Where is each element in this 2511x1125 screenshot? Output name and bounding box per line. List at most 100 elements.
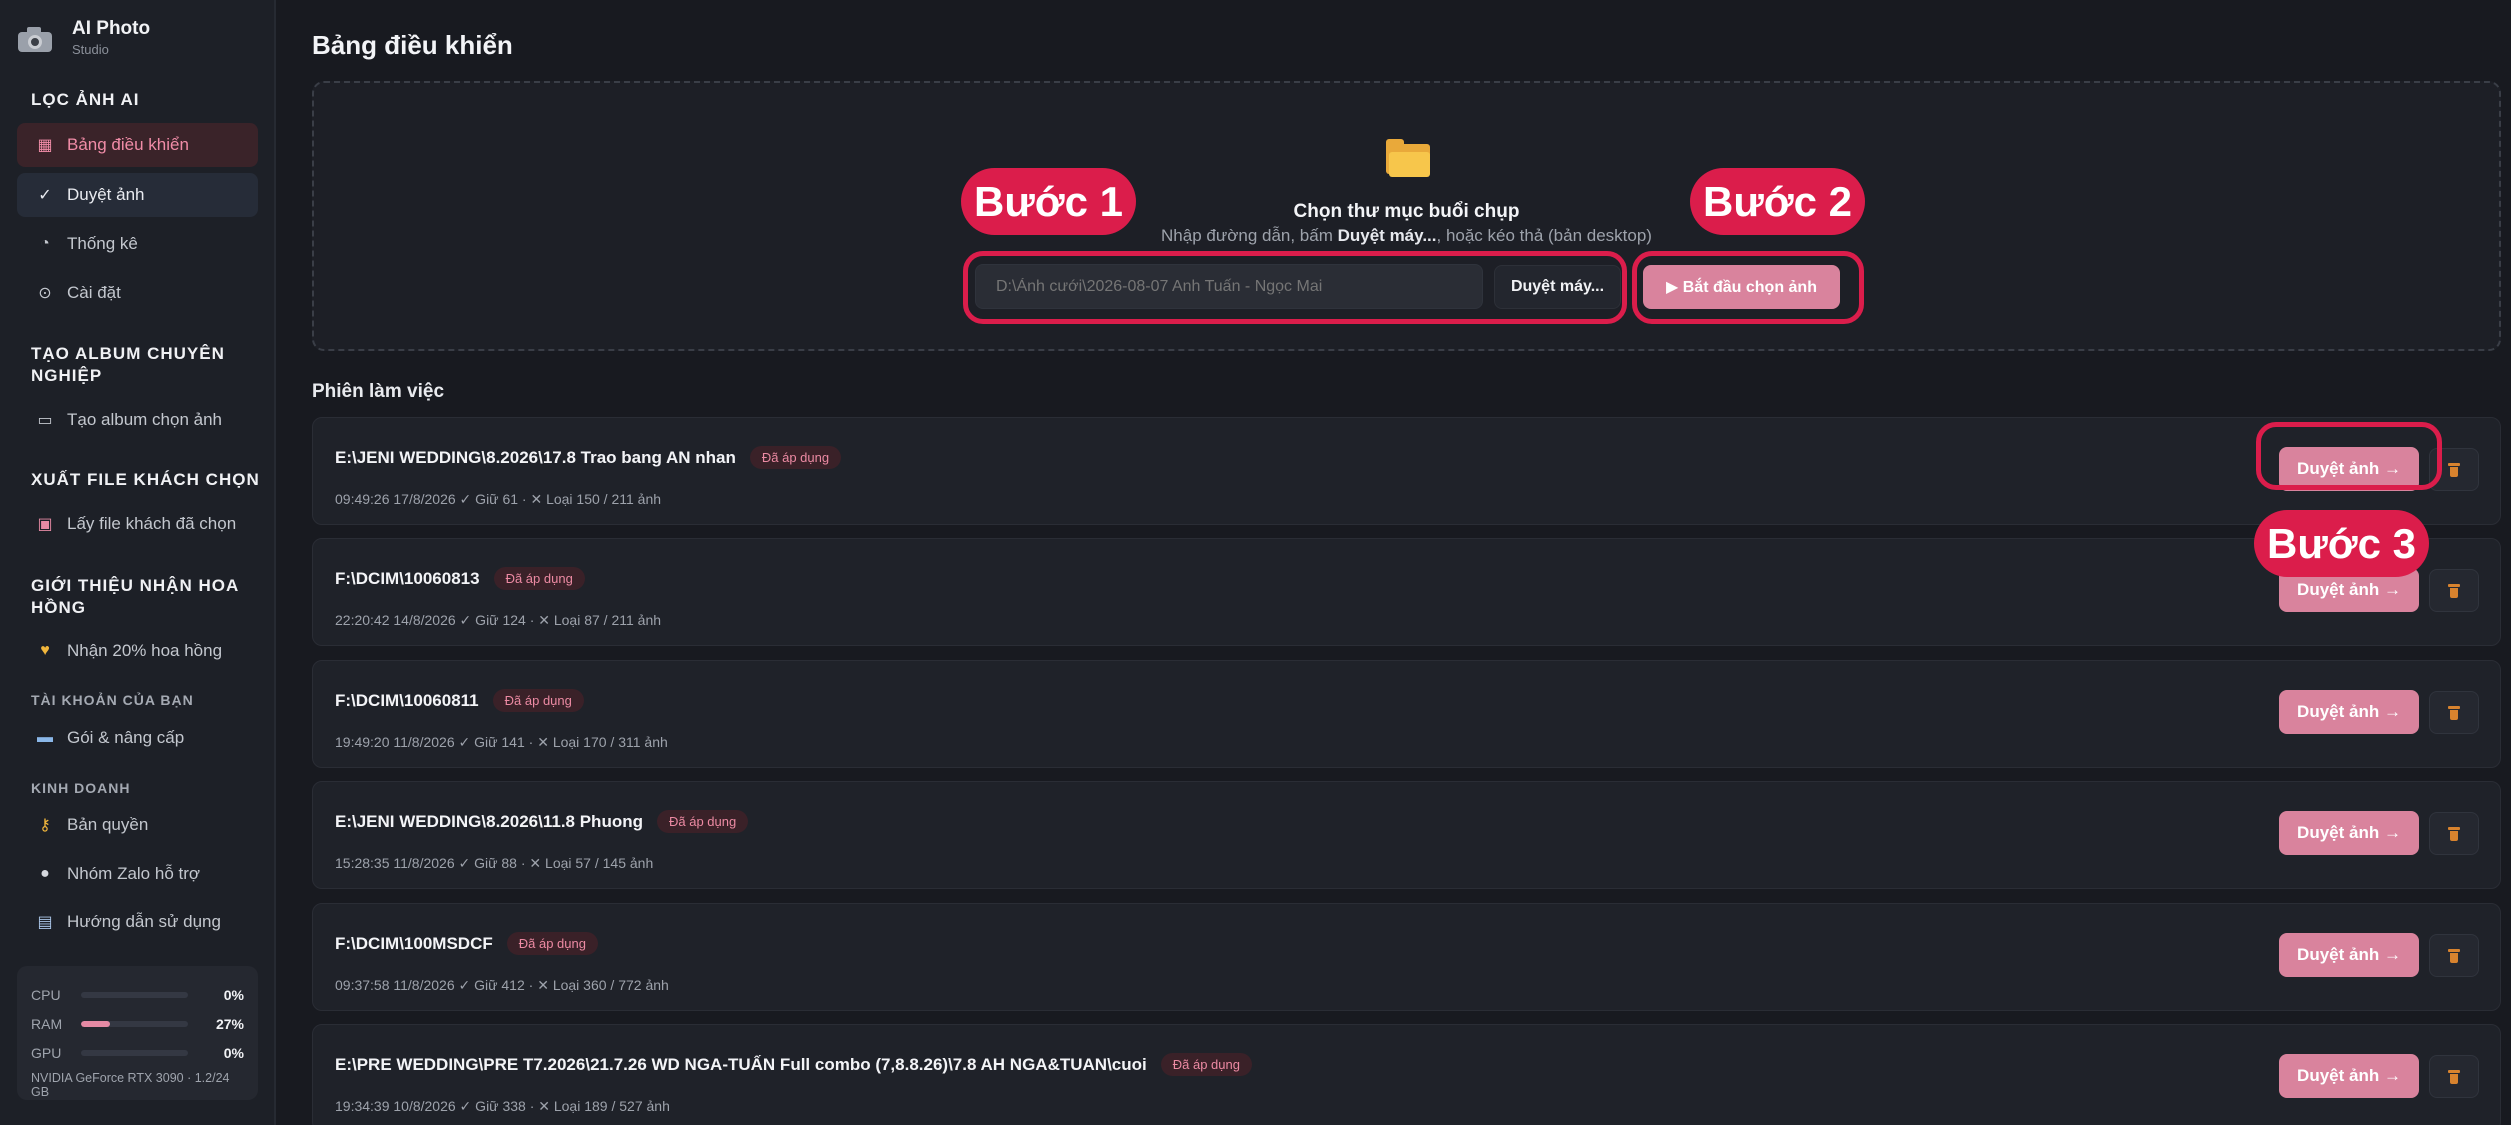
status-badge: Đã áp dụng: [1160, 1053, 1252, 1076]
step1-badge: Bước 1: [961, 168, 1136, 235]
key-icon: ⚷: [39, 817, 51, 834]
sidebar-item-label: Tạo album chọn ảnh: [67, 410, 222, 429]
status-badge: Đã áp dụng: [656, 810, 749, 833]
sidebar-item-guide[interactable]: ▤ Hướng dẫn sử dụng: [17, 900, 258, 944]
session-card[interactable]: F:\DCIM\100MSDCF Đã áp dụng 09:37:58 11/8/…: [312, 903, 2501, 1011]
session-path: F:\DCIM\10060811 Đã áp dụng: [335, 689, 584, 712]
gpu-name: NVIDIA GeForce RTX 3090 · 1.2/24 GB: [31, 1071, 230, 1099]
session-card[interactable]: F:\DCIM\10060813 Đã áp dụng 22:20:42 14/8/…: [312, 538, 2501, 646]
review-button[interactable]: Duyệt ảnh →: [2279, 1054, 2419, 1098]
resource-monitor: CPU 0% RAM 27% GPU 0% NVIDIA GeForce RTX…: [17, 966, 258, 1100]
sidebar: AI Photo Studio LỌC ẢNH AI ▦ Bảng điều k…: [0, 0, 276, 1125]
ram-bar-fill: [81, 1020, 110, 1027]
session-path: F:\DCIM\100MSDCF Đã áp dụng: [335, 932, 598, 955]
sidebar-item-label: Hướng dẫn sử dụng: [67, 912, 221, 931]
sidebar-item-plan[interactable]: ▬ Gói & nâng cấp: [17, 716, 258, 760]
section-filter: LỌC ẢNH AI: [31, 90, 140, 109]
cpu-row: CPU 0%: [31, 980, 244, 1009]
sidebar-item-label: Cài đặt: [67, 283, 121, 302]
gear-icon: ⊙: [38, 285, 52, 302]
book-icon: ▤: [37, 914, 53, 931]
album-icon: ▭: [37, 412, 53, 429]
sidebar-item-label: Lấy file khách đã chọn: [67, 514, 237, 533]
session-meta: 09:49:26 17/8/2026 ✓ Giữ 61 · ✕ Loại 150…: [335, 491, 662, 507]
clipboard-icon: ▣: [37, 516, 53, 533]
sidebar-item-export[interactable]: ▣ Lấy file khách đã chọn: [17, 502, 258, 546]
trash-icon: [2448, 583, 2460, 598]
session-card[interactable]: E:\JENI WEDDING\8.2026\11.8 Phuong Đã áp …: [312, 781, 2501, 889]
session-path-text: E:\JENI WEDDING\8.2026\17.8 Trao bang AN…: [335, 447, 736, 467]
delete-button[interactable]: [2429, 691, 2479, 734]
trash-icon: [2448, 705, 2460, 720]
gpu-label: GPU: [31, 1044, 62, 1061]
check-icon: ✓: [38, 187, 52, 204]
sidebar-item-album[interactable]: ▭ Tạo album chọn ảnh: [17, 398, 258, 442]
review-button[interactable]: Duyệt ảnh →: [2279, 811, 2419, 855]
sidebar-item-stats[interactable]: ◔ Thống kê: [17, 222, 258, 266]
session-card[interactable]: E:\JENI WEDDING\8.2026\17.8 Trao bang AN…: [312, 417, 2501, 525]
review-button[interactable]: Duyệt ảnh →: [2279, 933, 2419, 977]
sidebar-item-zalo[interactable]: ● Nhóm Zalo hỗ trợ: [17, 852, 258, 896]
sidebar-item-review[interactable]: ✓ Duyệt ảnh: [17, 173, 258, 217]
trash-icon: [2448, 462, 2460, 477]
section-referral: GIỚI THIỆU NHẬN HOA HỒNG: [31, 576, 239, 617]
delete-button[interactable]: [2429, 1055, 2479, 1098]
dropzone-title: Chọn thư mục buổi chụp: [1293, 201, 1520, 222]
trash-icon: [2448, 948, 2460, 963]
delete-button[interactable]: [2429, 934, 2479, 977]
sidebar-item-label: Gói & nâng cấp: [67, 728, 185, 747]
session-path-text: F:\DCIM\10060813: [335, 568, 480, 588]
session-card[interactable]: E:\PRE WEDDING\PRE T7.2026\21.7.26 WD NG…: [312, 1024, 2501, 1125]
section-business: KINH DOANH: [31, 780, 131, 796]
sidebar-item-label: Nhận 20% hoa hồng: [67, 641, 223, 660]
status-badge: Đã áp dụng: [749, 446, 842, 469]
delete-button[interactable]: [2429, 812, 2479, 855]
ram-bar: [81, 1020, 188, 1027]
session-path: E:\JENI WEDDING\8.2026\11.8 Phuong Đã áp …: [335, 810, 749, 833]
sidebar-item-license[interactable]: ⚷ Bản quyền: [17, 803, 258, 847]
brand[interactable]: AI Photo Studio: [18, 18, 150, 57]
trash-icon: [2448, 826, 2460, 841]
camera-icon: [18, 24, 54, 52]
status-badge: Đã áp dụng: [493, 567, 585, 590]
sidebar-item-label: Bản quyền: [67, 815, 149, 834]
session-path: E:\JENI WEDDING\8.2026\17.8 Trao bang AN…: [335, 446, 842, 469]
review-button[interactable]: Duyệt ảnh →: [2279, 690, 2419, 734]
section-album: TẠO ALBUM CHUYÊN NGHIỆP: [31, 344, 225, 385]
sidebar-item-dashboard[interactable]: ▦ Bảng điều khiển: [17, 123, 258, 167]
ram-row: RAM 27%: [31, 1009, 244, 1038]
dropzone-description: Nhập đường dẫn, bấm Duyệt máy..., hoặc k…: [314, 226, 2499, 246]
gpu-row: GPU 0%: [31, 1038, 244, 1067]
session-path: E:\PRE WEDDING\PRE T7.2026\21.7.26 WD NG…: [335, 1053, 1252, 1076]
ram-value: 27%: [215, 1015, 244, 1032]
brand-title: AI Photo: [72, 18, 151, 39]
brand-subtitle: Studio: [72, 42, 109, 57]
session-card[interactable]: F:\DCIM\10060811 Đã áp dụng 19:49:20 11/8/…: [312, 660, 2501, 768]
sidebar-item-label: Duyệt ảnh: [67, 185, 145, 204]
cpu-label: CPU: [31, 986, 61, 1003]
session-path-text: F:\DCIM\100MSDCF: [335, 933, 493, 953]
sessions-title: Phiên làm việc: [312, 381, 445, 402]
step1-highlight-frame: [963, 251, 1627, 324]
sidebar-item-settings[interactable]: ⊙ Cài đặt: [17, 271, 258, 315]
session-meta: 22:20:42 14/8/2026 ✓ Giữ 124 · ✕ Loại 87…: [335, 612, 662, 628]
session-path: F:\DCIM\10060813 Đã áp dụng: [335, 567, 585, 590]
sidebar-item-label: Bảng điều khiển: [67, 135, 189, 154]
cpu-value: 0%: [223, 986, 244, 1003]
sidebar-item-label: Nhóm Zalo hỗ trợ: [67, 864, 201, 883]
session-meta: 09:37:58 11/8/2026 ✓ Giữ 412 · ✕ Loại 36…: [335, 977, 669, 993]
step2-badge: Bước 2: [1690, 168, 1865, 235]
credit-card-icon: ▬: [37, 729, 53, 746]
delete-button[interactable]: [2429, 569, 2479, 612]
chat-bubble-icon: ●: [40, 865, 50, 882]
main-content: Bảng điều khiển Chọn thư mục buổi chụp N…: [312, 0, 2511, 1125]
handshake-icon: ♥: [40, 642, 50, 659]
session-path-text: E:\JENI WEDDING\8.2026\11.8 Phuong: [335, 811, 643, 831]
ram-label: RAM: [31, 1015, 63, 1032]
sidebar-item-referral[interactable]: ♥ Nhận 20% hoa hồng: [17, 629, 258, 673]
section-account: TÀI KHOẢN CỦA BẠN: [31, 692, 194, 708]
session-path-text: E:\PRE WEDDING\PRE T7.2026\21.7.26 WD NG…: [335, 1054, 1147, 1074]
page-title: Bảng điều khiển: [312, 30, 513, 60]
gpu-value: 0%: [223, 1044, 244, 1061]
folder-icon: [1386, 139, 1430, 177]
